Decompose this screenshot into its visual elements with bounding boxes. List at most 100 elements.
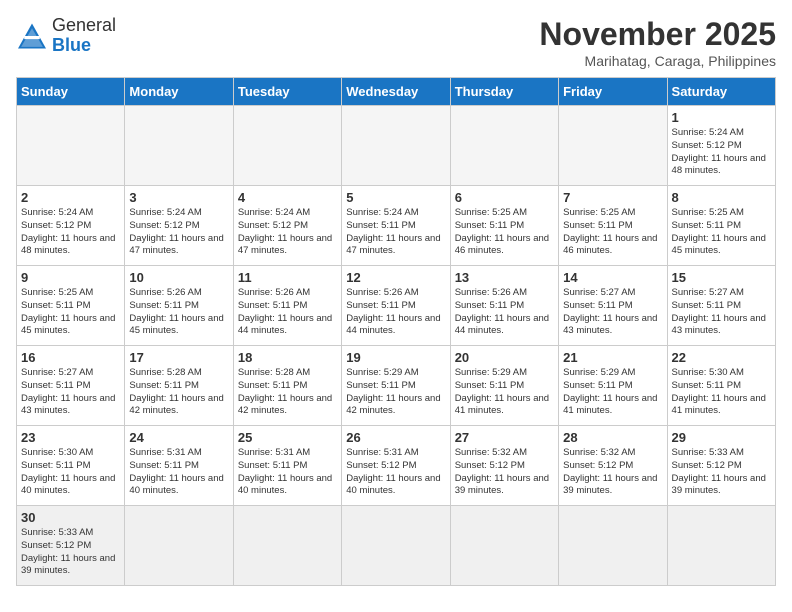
calendar-cell: 15Sunrise: 5:27 AM Sunset: 5:11 PM Dayli…	[667, 266, 775, 346]
day-info: Sunrise: 5:26 AM Sunset: 5:11 PM Dayligh…	[346, 287, 445, 338]
calendar-cell	[559, 106, 667, 186]
day-info: Sunrise: 5:25 AM Sunset: 5:11 PM Dayligh…	[563, 207, 662, 258]
calendar-cell: 13 Sunrise: 5:26 AM Sunset: 5:11 PM Dayli…	[450, 266, 558, 346]
calendar-cell: 23 Sunrise: 5:30 AM Sunset: 5:11 PM Dayli…	[17, 426, 125, 506]
day-number: 5	[346, 190, 445, 205]
calendar-cell	[450, 506, 558, 586]
weekday-header-sunday: Sunday	[17, 78, 125, 106]
calendar-cell: 9 Sunrise: 5:25 AM Sunset: 5:11 PM Daylig…	[17, 266, 125, 346]
week-row-5: 30Sunrise: 5:33 AM Sunset: 5:12 PM Dayli…	[17, 506, 776, 586]
logo-text: General Blue	[52, 16, 116, 56]
day-number: 21	[563, 350, 662, 365]
day-number: 6	[455, 190, 554, 205]
calendar-cell: 21 Sunrise: 5:29 AM Sunset: 5:11 PM Dayli…	[559, 346, 667, 426]
day-info: Sunrise: 5:24 AM Sunset: 5:12 PM Dayligh…	[129, 207, 228, 258]
calendar-cell	[667, 506, 775, 586]
calendar-cell	[342, 506, 450, 586]
calendar-cell: 20 Sunrise: 5:29 AM Sunset: 5:11 PM Dayli…	[450, 346, 558, 426]
day-info: Sunrise: 5:26 AM Sunset: 5:11 PM Dayligh…	[455, 287, 554, 338]
day-number: 26	[346, 430, 445, 445]
calendar-cell: 25 Sunrise: 5:31 AM Sunset: 5:11 PM Dayli…	[233, 426, 341, 506]
day-number: 19	[346, 350, 445, 365]
week-row-3: 16Sunrise: 5:27 AM Sunset: 5:11 PM Dayli…	[17, 346, 776, 426]
month-title: November 2025	[539, 16, 776, 53]
day-number: 13	[455, 270, 554, 285]
calendar-cell: 28Sunrise: 5:32 AM Sunset: 5:12 PM Dayli…	[559, 426, 667, 506]
calendar-cell	[559, 506, 667, 586]
day-info: Sunrise: 5:33 AM Sunset: 5:12 PM Dayligh…	[672, 447, 771, 498]
day-number: 2	[21, 190, 120, 205]
day-info: Sunrise: 5:33 AM Sunset: 5:12 PM Dayligh…	[21, 527, 120, 578]
day-info: Sunrise: 5:28 AM Sunset: 5:11 PM Dayligh…	[238, 367, 337, 418]
day-info: Sunrise: 5:30 AM Sunset: 5:11 PM Dayligh…	[672, 367, 771, 418]
day-number: 8	[672, 190, 771, 205]
calendar-cell: 8 Sunrise: 5:25 AM Sunset: 5:11 PM Daylig…	[667, 186, 775, 266]
weekday-header-saturday: Saturday	[667, 78, 775, 106]
day-info: Sunrise: 5:31 AM Sunset: 5:11 PM Dayligh…	[238, 447, 337, 498]
calendar-cell: 19 Sunrise: 5:29 AM Sunset: 5:11 PM Dayli…	[342, 346, 450, 426]
day-number: 1	[672, 110, 771, 125]
calendar-cell: 5 Sunrise: 5:24 AM Sunset: 5:11 PM Daylig…	[342, 186, 450, 266]
day-number: 16	[21, 350, 120, 365]
weekday-header-tuesday: Tuesday	[233, 78, 341, 106]
calendar-cell: 11 Sunrise: 5:26 AM Sunset: 5:11 PM Dayli…	[233, 266, 341, 346]
calendar-cell: 29 Sunrise: 5:33 AM Sunset: 5:12 PM Dayli…	[667, 426, 775, 506]
day-info: Sunrise: 5:29 AM Sunset: 5:11 PM Dayligh…	[455, 367, 554, 418]
day-number: 22	[672, 350, 771, 365]
day-number: 17	[129, 350, 228, 365]
calendar-cell: 26Sunrise: 5:31 AM Sunset: 5:12 PM Dayli…	[342, 426, 450, 506]
calendar-cell: 16Sunrise: 5:27 AM Sunset: 5:11 PM Dayli…	[17, 346, 125, 426]
calendar-cell: 6 Sunrise: 5:25 AM Sunset: 5:11 PM Daylig…	[450, 186, 558, 266]
day-info: Sunrise: 5:32 AM Sunset: 5:12 PM Dayligh…	[455, 447, 554, 498]
day-number: 11	[238, 270, 337, 285]
day-info: Sunrise: 5:29 AM Sunset: 5:11 PM Dayligh…	[346, 367, 445, 418]
calendar-cell	[450, 106, 558, 186]
day-number: 25	[238, 430, 337, 445]
calendar-cell: 17Sunrise: 5:28 AM Sunset: 5:11 PM Dayli…	[125, 346, 233, 426]
day-number: 28	[563, 430, 662, 445]
day-info: Sunrise: 5:25 AM Sunset: 5:11 PM Dayligh…	[672, 207, 771, 258]
weekday-header-monday: Monday	[125, 78, 233, 106]
day-number: 15	[672, 270, 771, 285]
day-info: Sunrise: 5:26 AM Sunset: 5:11 PM Dayligh…	[238, 287, 337, 338]
logo-icon	[16, 22, 48, 50]
title-area: November 2025 Marihatag, Caraga, Philipp…	[539, 16, 776, 69]
week-row-2: 9 Sunrise: 5:25 AM Sunset: 5:11 PM Daylig…	[17, 266, 776, 346]
day-info: Sunrise: 5:29 AM Sunset: 5:11 PM Dayligh…	[563, 367, 662, 418]
day-number: 9	[21, 270, 120, 285]
calendar-cell: 30Sunrise: 5:33 AM Sunset: 5:12 PM Dayli…	[17, 506, 125, 586]
calendar-cell	[17, 106, 125, 186]
day-number: 23	[21, 430, 120, 445]
day-number: 3	[129, 190, 228, 205]
calendar-cell	[125, 506, 233, 586]
calendar-cell: 4Sunrise: 5:24 AM Sunset: 5:12 PM Daylig…	[233, 186, 341, 266]
calendar-cell: 1 Sunrise: 5:24 AM Sunset: 5:12 PM Daylig…	[667, 106, 775, 186]
week-row-4: 23 Sunrise: 5:30 AM Sunset: 5:11 PM Dayli…	[17, 426, 776, 506]
day-number: 18	[238, 350, 337, 365]
week-row-1: 2 Sunrise: 5:24 AM Sunset: 5:12 PM Daylig…	[17, 186, 776, 266]
day-info: Sunrise: 5:25 AM Sunset: 5:11 PM Dayligh…	[455, 207, 554, 258]
day-number: 7	[563, 190, 662, 205]
day-info: Sunrise: 5:24 AM Sunset: 5:12 PM Dayligh…	[21, 207, 120, 258]
day-info: Sunrise: 5:25 AM Sunset: 5:11 PM Dayligh…	[21, 287, 120, 338]
day-info: Sunrise: 5:24 AM Sunset: 5:12 PM Dayligh…	[672, 127, 771, 178]
calendar-table: SundayMondayTuesdayWednesdayThursdayFrid…	[16, 77, 776, 586]
day-number: 14	[563, 270, 662, 285]
calendar-cell	[125, 106, 233, 186]
calendar-cell: 22 Sunrise: 5:30 AM Sunset: 5:11 PM Dayli…	[667, 346, 775, 426]
calendar-cell: 27Sunrise: 5:32 AM Sunset: 5:12 PM Dayli…	[450, 426, 558, 506]
week-row-0: 1 Sunrise: 5:24 AM Sunset: 5:12 PM Daylig…	[17, 106, 776, 186]
day-info: Sunrise: 5:26 AM Sunset: 5:11 PM Dayligh…	[129, 287, 228, 338]
day-number: 12	[346, 270, 445, 285]
day-info: Sunrise: 5:24 AM Sunset: 5:11 PM Dayligh…	[346, 207, 445, 258]
weekday-header-thursday: Thursday	[450, 78, 558, 106]
calendar-cell: 3 Sunrise: 5:24 AM Sunset: 5:12 PM Daylig…	[125, 186, 233, 266]
day-info: Sunrise: 5:30 AM Sunset: 5:11 PM Dayligh…	[21, 447, 120, 498]
day-info: Sunrise: 5:24 AM Sunset: 5:12 PM Dayligh…	[238, 207, 337, 258]
day-number: 29	[672, 430, 771, 445]
calendar-cell: 24Sunrise: 5:31 AM Sunset: 5:11 PM Dayli…	[125, 426, 233, 506]
weekday-header-row: SundayMondayTuesdayWednesdayThursdayFrid…	[17, 78, 776, 106]
day-number: 20	[455, 350, 554, 365]
day-info: Sunrise: 5:31 AM Sunset: 5:11 PM Dayligh…	[129, 447, 228, 498]
calendar-cell: 14Sunrise: 5:27 AM Sunset: 5:11 PM Dayli…	[559, 266, 667, 346]
